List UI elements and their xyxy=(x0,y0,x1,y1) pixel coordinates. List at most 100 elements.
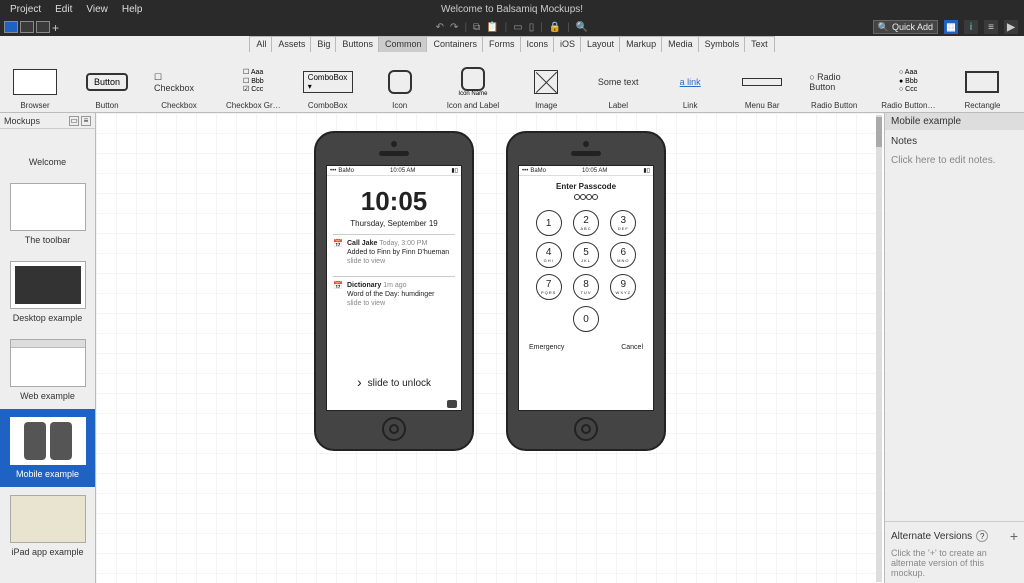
sidebar-item-ipad-app-example[interactable]: iPad app example xyxy=(0,487,95,565)
tab-markup[interactable]: Markup xyxy=(619,36,663,52)
passcode-dots xyxy=(519,193,653,202)
main-toolbar: + ↶ ↷ | ⧉ 📋 | ▭ ▯ | 🔒 | 🔍 🔍 Quick Add ▦ … xyxy=(0,18,1024,36)
inspector-title: Mobile example xyxy=(885,113,1024,130)
palette-label[interactable]: Some textLabel xyxy=(593,56,643,110)
library-toggle-icon[interactable]: ▦ xyxy=(944,20,958,34)
signal-icon: ••• xyxy=(330,168,336,174)
canvas-scrollbar[interactable] xyxy=(876,115,882,582)
sidebar-item-web-example[interactable]: Web example xyxy=(0,331,95,409)
tab-big[interactable]: Big xyxy=(310,36,337,52)
nav-view2-icon[interactable]: ≡ xyxy=(81,116,91,126)
tab-forms[interactable]: Forms xyxy=(482,36,522,52)
palette-browser[interactable]: Browser xyxy=(10,56,60,110)
palette-combobox[interactable]: ComboBox ▾ComboBox xyxy=(303,56,353,110)
keypad-2[interactable]: 2ABC xyxy=(573,210,599,236)
ui-library: AllAssetsBigButtonsCommonContainersForms… xyxy=(0,36,1024,113)
notes-input[interactable]: Click here to edit notes. xyxy=(891,155,1018,166)
palette-checkbox[interactable]: ☐ CheckboxCheckbox xyxy=(154,56,204,110)
slide-to-unlock[interactable]: slide to unlock xyxy=(327,374,461,390)
add-version-button[interactable]: + xyxy=(1010,528,1018,544)
battery-icon: ▮▯ xyxy=(451,167,458,174)
palette-icon[interactable]: Icon xyxy=(375,56,425,110)
battery-icon: ▮▯ xyxy=(643,167,650,174)
keypad-1[interactable]: 1 xyxy=(536,210,562,236)
quick-add-input[interactable]: 🔍 Quick Add xyxy=(873,20,938,34)
search-icon: 🔍 xyxy=(878,22,889,33)
palette-checkbox-gr-[interactable]: ☐ Aaa☐ Bbb☑ CccCheckbox Gr… xyxy=(226,56,281,110)
palette-link[interactable]: a linkLink xyxy=(665,56,715,110)
keypad-9[interactable]: 9WXYZ xyxy=(610,274,636,300)
keypad-4[interactable]: 4GHI xyxy=(536,242,562,268)
palette-image[interactable]: Image xyxy=(521,56,571,110)
alt-versions-desc: Click the '+' to create an alternate ver… xyxy=(891,548,1018,578)
lock-date: Thursday, September 19 xyxy=(327,219,461,228)
view-grid-icon[interactable] xyxy=(36,21,50,33)
sidebar-item-desktop-example[interactable]: Desktop example xyxy=(0,253,95,331)
alt-versions-label: Alternate Versions xyxy=(891,531,972,542)
navigator-header: Mockups ▭ ≡ xyxy=(0,113,95,129)
redo-icon[interactable]: ↷ xyxy=(450,22,458,33)
keypad-7[interactable]: 7PQRS xyxy=(536,274,562,300)
tab-layout[interactable]: Layout xyxy=(580,36,621,52)
keypad-3[interactable]: 3DEF xyxy=(610,210,636,236)
notification-card[interactable]: Call Jake Today, 3:00 PMAdded to Finn by… xyxy=(333,234,455,270)
tab-assets[interactable]: Assets xyxy=(271,36,312,52)
keypad-0[interactable]: 0 xyxy=(573,306,599,332)
menu-project[interactable]: Project xyxy=(4,2,47,17)
ungroup-icon[interactable]: ▯ xyxy=(529,22,535,33)
menu-view[interactable]: View xyxy=(80,2,114,17)
sidebar-item-welcome[interactable]: Welcome xyxy=(0,129,95,175)
toggle-sidebar-icon[interactable] xyxy=(4,21,18,33)
view-thumbnails-icon[interactable] xyxy=(20,21,34,33)
tab-buttons[interactable]: Buttons xyxy=(335,36,380,52)
info-icon[interactable]: i xyxy=(964,20,978,34)
cancel-button[interactable]: Cancel xyxy=(621,344,643,351)
copy-icon[interactable]: ⧉ xyxy=(473,22,480,33)
window-title: Welcome to Balsamiq Mockups! xyxy=(0,4,1024,15)
tab-ios[interactable]: iOS xyxy=(553,36,582,52)
tab-symbols[interactable]: Symbols xyxy=(698,36,747,52)
palette-radio-button[interactable]: ○ Radio ButtonRadio Button xyxy=(809,56,859,110)
tab-common[interactable]: Common xyxy=(378,36,429,52)
present-icon[interactable]: ▶ xyxy=(1004,20,1018,34)
nav-view1-icon[interactable]: ▭ xyxy=(69,116,79,126)
add-mockup-icon[interactable]: + xyxy=(52,21,66,33)
undo-icon[interactable]: ↶ xyxy=(436,22,444,33)
zoom-icon[interactable]: 🔍 xyxy=(576,22,588,33)
tab-media[interactable]: Media xyxy=(661,36,700,52)
tab-all[interactable]: All xyxy=(249,36,273,52)
paste-icon[interactable]: 📋 xyxy=(486,22,498,33)
menu-help[interactable]: Help xyxy=(116,2,149,17)
phone-lockscreen-mockup[interactable]: ••• BaMo 10:05 AM ▮▯ 10:05 Thursday, Sep… xyxy=(314,131,474,451)
signal-icon: ••• xyxy=(522,168,528,174)
palette-menu-bar[interactable]: Menu Bar xyxy=(737,56,787,110)
group-icon[interactable]: ▭ xyxy=(513,22,522,33)
palette-rectangle[interactable]: Rectangle xyxy=(957,56,1007,110)
palette-radio-button-[interactable]: ○ Aaa● Bbb○ CccRadio Button… xyxy=(881,56,935,110)
menu-bar: ProjectEditViewHelp Welcome to Balsamiq … xyxy=(0,0,1024,18)
emergency-button[interactable]: Emergency xyxy=(529,344,564,351)
keypad-6[interactable]: 6MNO xyxy=(610,242,636,268)
camera-icon[interactable] xyxy=(447,400,457,408)
canvas[interactable]: ••• BaMo 10:05 AM ▮▯ 10:05 Thursday, Sep… xyxy=(96,113,884,583)
palette-button[interactable]: ButtonButton xyxy=(82,56,132,110)
passcode-heading: Enter Passcode xyxy=(519,182,653,191)
lock-clock: 10:05 xyxy=(327,186,461,217)
tab-icons[interactable]: Icons xyxy=(520,36,556,52)
phone-passcode-mockup[interactable]: ••• BaMo 10:05 AM ▮▯ Enter Passcode 12AB… xyxy=(506,131,666,451)
lock-icon[interactable]: 🔒 xyxy=(549,22,561,33)
inspector-panel: Mobile example Notes Click here to edit … xyxy=(884,113,1024,583)
sidebar-item-the-toolbar[interactable]: The toolbar xyxy=(0,175,95,253)
notification-card[interactable]: Dictionary 1m agoWord of the Day: humdin… xyxy=(333,276,455,312)
notes-label: Notes xyxy=(891,136,1018,147)
keypad-5[interactable]: 5JKL xyxy=(573,242,599,268)
tab-text[interactable]: Text xyxy=(744,36,775,52)
menu-edit[interactable]: Edit xyxy=(49,2,78,17)
sidebar-item-mobile-example[interactable]: Mobile example xyxy=(0,409,95,487)
properties-icon[interactable]: ≡ xyxy=(984,20,998,34)
help-icon[interactable]: ? xyxy=(976,530,988,542)
navigator-panel: Mockups ▭ ≡ WelcomeThe toolbarDesktop ex… xyxy=(0,113,96,583)
keypad-8[interactable]: 8TUV xyxy=(573,274,599,300)
tab-containers[interactable]: Containers xyxy=(426,36,484,52)
palette-icon-and-label[interactable]: Icon NameIcon and Label xyxy=(447,56,500,110)
